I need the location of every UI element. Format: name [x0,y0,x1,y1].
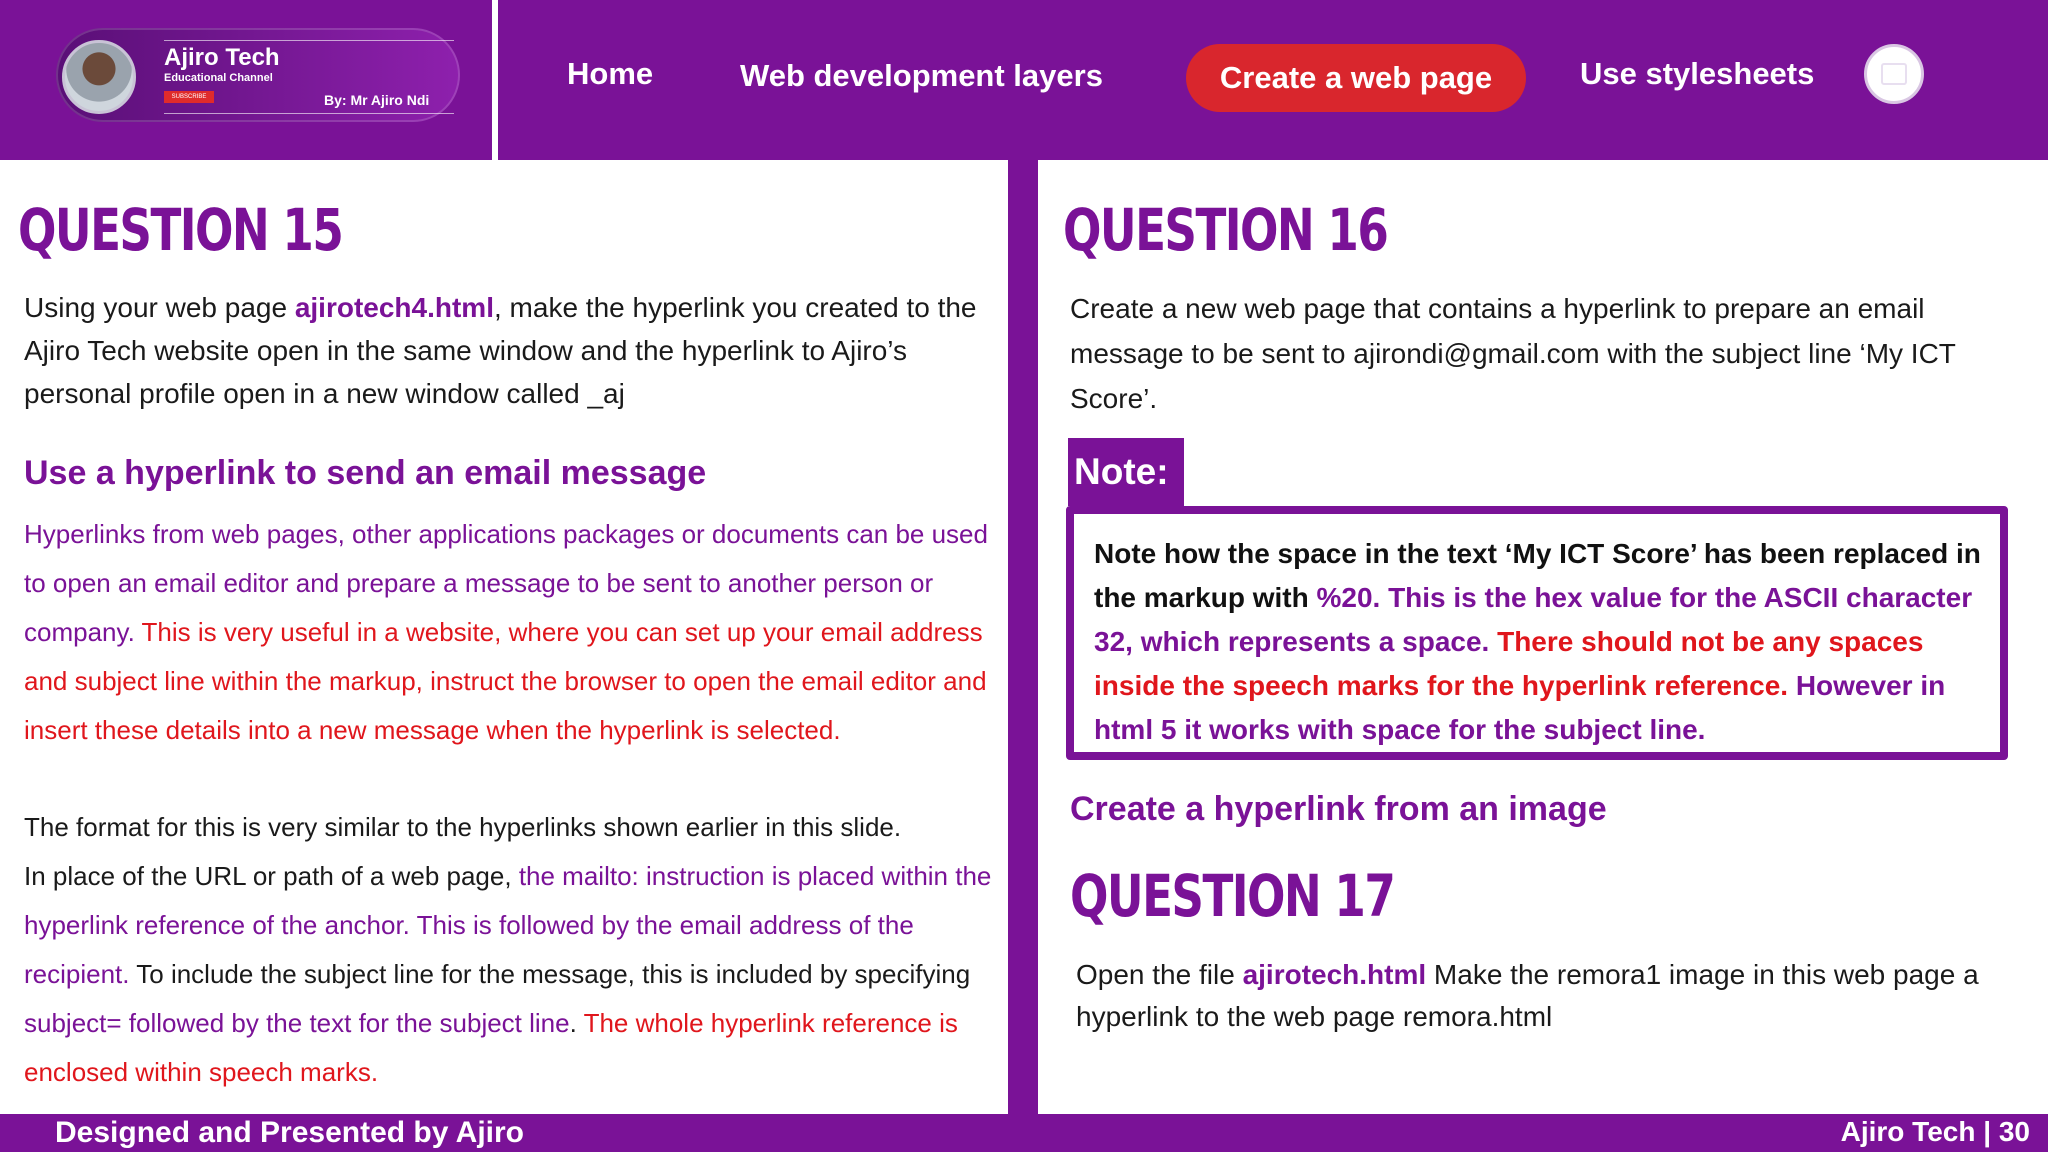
note-label: Note: [1068,438,1184,506]
footer-credit: Designed and Presented by Ajiro [55,1116,524,1149]
format-part3: To include the subject line for the mess… [129,959,971,989]
nav-web-development-layers[interactable]: Web development layers [740,58,1103,94]
logo-author: By: Mr Ajiro Ndi [324,92,430,108]
nav-use-stylesheets[interactable]: Use stylesheets [1580,56,1814,92]
logo-title: Ajiro Tech [164,44,280,71]
logo-divider [164,40,454,41]
email-hyperlink-paragraph: Hyperlinks from web pages, other applica… [24,510,1004,755]
email-hyperlink-heading: Use a hyperlink to send an email message [24,454,707,492]
note-box: Note how the space in the text ‘My ICT S… [1066,506,2008,760]
nav-create-web-page[interactable]: Create a web page [1186,44,1526,112]
avatar [62,40,136,114]
logo-subtitle: Educational Channel [164,72,273,84]
footer-page-number: Ajiro Tech | 30 [1840,1116,2030,1147]
question-17-title: QUESTION 17 [1070,862,1396,930]
image-hyperlink-heading: Create a hyperlink from an image [1070,790,1607,828]
question-17-text: Open the file ajirotech.html Make the re… [1076,954,2016,1038]
header-divider [492,0,498,160]
format-line1: The format for this is very similar to t… [24,812,902,842]
nav-home[interactable]: Home [567,56,653,92]
question-15-text: Using your web page ajirotech4.html, mak… [24,286,984,415]
mailto-format-paragraph: The format for this is very similar to t… [24,803,1004,1097]
email-para-red: This is very useful in a website, where … [24,617,987,745]
home-circle-button[interactable] [1864,44,1924,104]
q17-file-name: ajirotech.html [1242,959,1427,990]
question-16-text: Create a new web page that contains a hy… [1070,293,1956,414]
question-15-title: QUESTION 15 [18,196,344,264]
subscribe-button[interactable]: SUBSCRIBE [164,91,214,103]
format-purple2: subject= followed by the text for the su… [24,1008,570,1038]
panel-divider [1008,160,1038,1115]
format-part4: . [569,1008,584,1038]
format-part2: In place of the URL or path of a web pag… [24,861,519,891]
q17-text-part1: Open the file [1076,959,1243,990]
q15-text-part1: Using your web page [24,292,295,323]
question-16-title: QUESTION 16 [1063,196,1389,264]
logo-divider-bottom [164,113,454,114]
page-icon [1881,63,1907,85]
q15-file-name: ajirotech4.html [294,292,494,323]
note-text: Note how the space in the text ‘My ICT S… [1094,532,1988,752]
